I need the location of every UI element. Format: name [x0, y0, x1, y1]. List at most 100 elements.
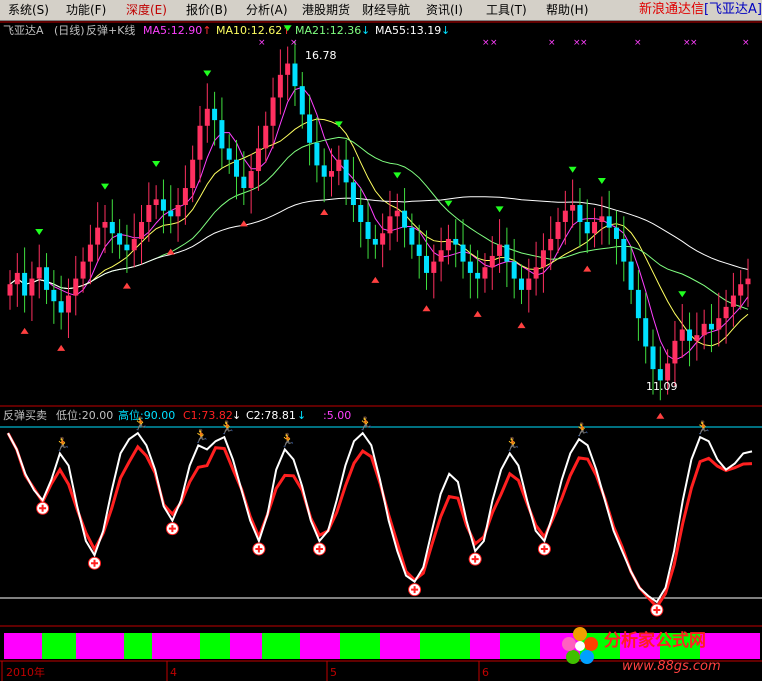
- candle-body: [190, 159, 196, 189]
- candle-body: [248, 171, 254, 189]
- runner-icon: 🏃: [55, 436, 71, 452]
- menu-item-function[interactable]: 功能(F): [66, 0, 106, 20]
- axis-label-jun: 6: [482, 666, 489, 679]
- menu-item-depth[interactable]: 深度(E): [126, 0, 167, 20]
- runner-icon: 🏃: [193, 428, 209, 444]
- menu-item-tools[interactable]: 工具(T): [486, 0, 527, 20]
- extra-label: :5.00: [323, 409, 351, 422]
- candle-body: [701, 323, 707, 336]
- candle-body: [694, 335, 700, 341]
- color-bar-segment: [230, 633, 262, 659]
- candle-body: [102, 221, 108, 228]
- c2-label: C2:78.81: [246, 409, 296, 422]
- candle-body: [321, 165, 327, 177]
- candle-body: [555, 221, 561, 239]
- candle-body: [511, 261, 517, 279]
- color-bar-segment: [200, 633, 230, 659]
- candle-body: [621, 238, 627, 262]
- color-bar-segment: [500, 633, 540, 659]
- candle-body: [745, 278, 751, 285]
- candle-body: [131, 238, 137, 251]
- menu-bar: 系统(S) 功能(F) 深度(E) 报价(B) 分析(A) 港股期货 财经导航 …: [0, 0, 762, 21]
- sell-arrow: [568, 166, 577, 173]
- candle-body: [394, 210, 400, 217]
- high-price-label: 16.78: [305, 49, 337, 62]
- color-bar-segment: [4, 633, 42, 659]
- candle-body: [80, 261, 86, 279]
- buy-arrow: [371, 276, 380, 283]
- kline-chart[interactable]: 飞亚达A (日线) 反弹+K线 MA5:12.90 ↑ MA10:12.62 ↑ MA2…: [0, 21, 762, 681]
- menu-item-analysis[interactable]: 分析(A): [246, 0, 288, 20]
- top-mark: ×: [290, 38, 298, 48]
- candle-body: [226, 148, 232, 160]
- buy-arrow: [473, 310, 482, 317]
- runner-icon: 🏃: [358, 416, 374, 432]
- candle-body: [204, 108, 210, 126]
- candle-body: [22, 272, 28, 296]
- menu-item-news[interactable]: 资讯(I): [426, 0, 463, 20]
- c1-label: C1:73.82: [183, 409, 233, 422]
- low-price-label: 11.09: [646, 380, 678, 393]
- candle-body: [372, 238, 378, 245]
- candle-body: [234, 159, 240, 177]
- menu-item-system[interactable]: 系统(S): [8, 0, 49, 20]
- ma-arrow-3: ↓: [441, 24, 450, 37]
- candle-body: [109, 221, 115, 234]
- candle-body: [65, 295, 71, 313]
- color-bar-segment: [152, 633, 200, 659]
- candle-body: [665, 363, 671, 381]
- candle-body: [160, 199, 166, 211]
- buy-arrow: [517, 322, 526, 329]
- candle-body: [730, 295, 736, 307]
- candle-body: [44, 267, 50, 290]
- menu-item-help[interactable]: 帮助(H): [546, 0, 588, 20]
- candle-body: [548, 238, 554, 251]
- period-label: (日线): [54, 23, 85, 37]
- runner-icon: 🏃: [505, 436, 521, 452]
- sell-arrow: [203, 70, 212, 77]
- candle-body: [292, 63, 298, 87]
- runner-icon: 🏃: [219, 420, 235, 436]
- candle-body: [117, 233, 123, 245]
- candle-body: [460, 244, 466, 262]
- menu-item-finance-nav[interactable]: 财经导航: [362, 0, 410, 20]
- candle-body: [497, 244, 503, 256]
- color-bar-segment: [262, 633, 300, 659]
- top-marks: × × × × × × × × × × ×: [258, 38, 750, 48]
- candle-body: [423, 255, 429, 273]
- candle-body: [687, 329, 693, 341]
- buy-arrow: [57, 344, 66, 351]
- menu-item-quote[interactable]: 报价(B): [186, 0, 228, 20]
- ma-label-2: MA21:12.36: [295, 24, 361, 37]
- candle-body: [504, 244, 510, 262]
- candle-body: [36, 267, 42, 279]
- ma-legend: MA5:12.90 ↑ MA10:12.62 ↑ MA21:12.36 ↓ MA55:13.…: [143, 24, 450, 37]
- runner-icon: 🏃: [280, 432, 296, 448]
- candle-body: [577, 205, 583, 222]
- buy-arrow: [239, 220, 248, 227]
- sub-indicator-name: 反弹买卖: [3, 408, 47, 422]
- candle-body: [307, 114, 313, 143]
- color-bar-segment: [76, 633, 124, 659]
- top-mark: ×: [690, 38, 698, 48]
- candle-body: [350, 182, 356, 206]
- candle-body: [277, 74, 283, 98]
- candle-body: [212, 108, 218, 121]
- sell-arrow: [444, 200, 453, 207]
- candle-body: [380, 233, 386, 245]
- menu-item-hk-futures[interactable]: 港股期货: [302, 0, 350, 20]
- candle-body: [723, 306, 729, 319]
- candle-body: [73, 278, 79, 296]
- candle-body: [416, 244, 422, 256]
- candle-body: [409, 227, 415, 245]
- candle-body: [168, 210, 174, 217]
- ma-label-0: MA5:12.90: [143, 24, 202, 37]
- candle-body: [153, 199, 159, 206]
- sell-arrow: [597, 178, 606, 185]
- candle-body: [657, 369, 663, 381]
- buy-arrow: [583, 265, 592, 272]
- buy-arrow: [422, 305, 431, 312]
- buy-arrow: [122, 282, 131, 289]
- candle-body: [613, 227, 619, 239]
- candle-body: [14, 272, 20, 285]
